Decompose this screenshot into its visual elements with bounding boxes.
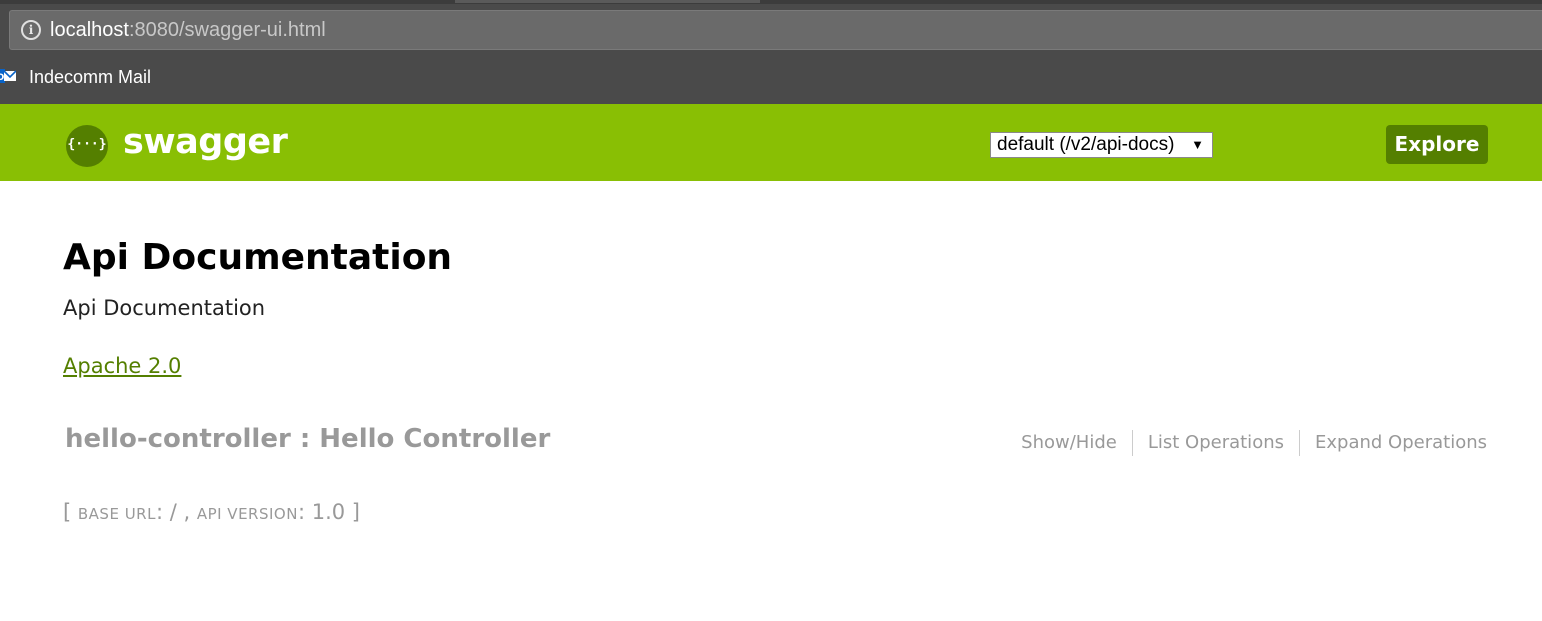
bracket-open: [ [63,500,78,524]
expand-operations-link[interactable]: Expand Operations [1315,430,1487,456]
divider [1299,430,1300,456]
base-url-label: base url [77,505,156,523]
resource-heading[interactable]: hello-controller : Hello Controller [65,423,550,455]
resource-operations: Show/Hide List Operations Expand Operati… [1021,429,1487,457]
bookmark-label: Indecomm Mail [29,67,152,87]
logo-glyph: {···} [67,137,107,152]
page-title: Api Documentation [63,237,453,278]
mail-icon: O [0,69,16,83]
license-link[interactable]: Apache 2.0 [63,352,181,380]
swagger-header: {···} swagger default (/v2/api-docs) ▼ E… [0,104,1542,181]
api-version-value: : 1.0 ] [297,500,360,524]
spec-select-value: default (/v2/api-docs) [997,134,1175,155]
browser-chrome: i localhost:8080/swagger-ui.html O Indec… [0,0,1542,104]
address-bar[interactable]: i localhost:8080/swagger-ui.html [9,10,1542,50]
spec-select[interactable]: default (/v2/api-docs) ▼ [990,132,1213,158]
list-operations-link[interactable]: List Operations [1148,430,1284,456]
chevron-down-icon: ▼ [1191,137,1204,152]
base-url-value: : / , [155,500,197,524]
brand-name[interactable]: swagger [123,121,288,163]
svg-text:O: O [0,73,5,83]
tab-strip [0,0,1542,4]
api-description: Api Documentation [63,296,266,320]
url-text[interactable]: localhost:8080/swagger-ui.html [50,18,326,42]
show-hide-link[interactable]: Show/Hide [1021,430,1117,456]
info-icon[interactable]: i [21,20,41,40]
tab-strip-highlight [455,0,760,3]
divider [1131,430,1133,456]
base-url-info: [ base url: / , api version: 1.0 ] [63,498,360,528]
swagger-logo-icon[interactable]: {···} [66,125,108,167]
api-version-label: api version [196,505,298,523]
url-path: :8080/swagger-ui.html [128,19,326,41]
explore-button[interactable]: Explore [1386,125,1488,164]
url-host: localhost [50,19,129,41]
